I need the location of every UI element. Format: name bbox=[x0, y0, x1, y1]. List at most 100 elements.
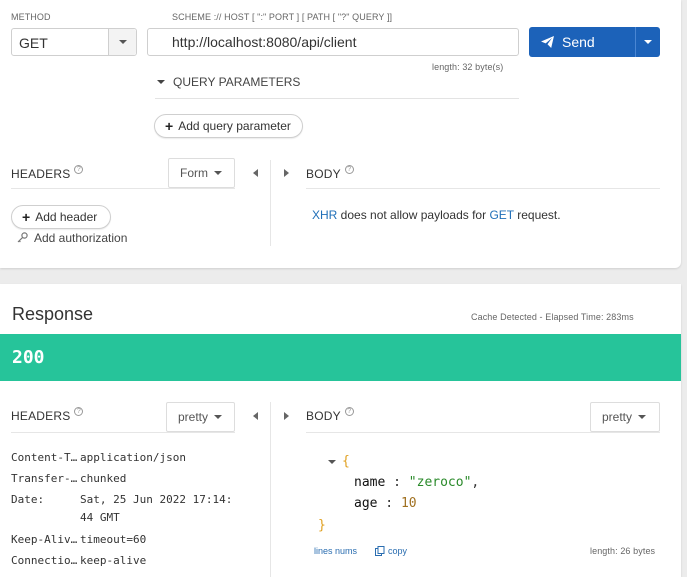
json-value: 10 bbox=[400, 496, 417, 511]
json-root-line: { bbox=[328, 454, 350, 469]
header-key: Transfer-… bbox=[11, 472, 78, 485]
headers-mode-value: Form bbox=[180, 166, 208, 180]
add-header-label: Add header bbox=[35, 210, 98, 224]
json-value: "zeroco" bbox=[408, 475, 472, 490]
copy-button[interactable]: copy bbox=[375, 546, 407, 556]
header-row: Connectio… keep-alive bbox=[11, 554, 260, 567]
add-query-parameter-button[interactable]: + Add query parameter bbox=[154, 114, 303, 138]
query-parameters-label: QUERY PARAMETERS bbox=[173, 75, 301, 89]
header-value: Sat, 25 Jun 2022 17:14: bbox=[80, 493, 233, 506]
json-separator: : bbox=[377, 496, 401, 511]
add-authorization-link[interactable]: Add authorization bbox=[17, 231, 127, 245]
xhr-text: XHR bbox=[312, 208, 338, 222]
header-key: Date: bbox=[11, 493, 45, 506]
response-body-mode-dropdown[interactable]: pretty bbox=[590, 402, 660, 432]
header-value: chunked bbox=[80, 472, 127, 485]
plus-icon: + bbox=[165, 118, 174, 134]
header-key: Keep-Aliv… bbox=[11, 533, 78, 546]
response-title: Response bbox=[12, 304, 94, 324]
get-text: GET bbox=[489, 208, 514, 222]
header-key-empty bbox=[11, 511, 80, 524]
divider bbox=[11, 432, 235, 433]
response-headers-title: HEADERS ? bbox=[11, 407, 84, 423]
request-panel: METHOD SCHEME :// HOST [ ":" PORT ] [ PA… bbox=[0, 0, 681, 268]
header-value: 44 GMT bbox=[80, 511, 120, 524]
header-row: Date: Sat, 25 Jun 2022 17:14: bbox=[11, 493, 260, 506]
send-button[interactable]: Send bbox=[529, 27, 635, 57]
header-key: Content-T… bbox=[11, 451, 78, 464]
headers-label: HEADERS bbox=[11, 409, 71, 423]
send-options-button[interactable] bbox=[635, 27, 660, 57]
chevron-down-icon bbox=[214, 171, 222, 175]
cache-info: Cache Detected - Elapsed Time: 283ms bbox=[471, 312, 634, 322]
expand-right-icon[interactable] bbox=[284, 412, 289, 420]
chevron-down-icon bbox=[118, 40, 127, 44]
json-key: age bbox=[354, 496, 378, 511]
paper-plane-icon bbox=[541, 36, 554, 48]
url-input[interactable] bbox=[147, 28, 519, 56]
json-field: name : "zeroco", bbox=[354, 475, 479, 490]
help-icon[interactable]: ? bbox=[74, 407, 84, 416]
expand-right-icon[interactable] bbox=[284, 169, 289, 177]
copy-label: copy bbox=[388, 546, 408, 556]
json-close-line: } bbox=[318, 518, 326, 533]
json-close-brace: } bbox=[318, 518, 326, 533]
request-headers-title: HEADERS ? bbox=[11, 165, 84, 181]
collapse-left-icon[interactable] bbox=[253, 169, 258, 177]
key-icon bbox=[17, 232, 28, 243]
json-comma: , bbox=[471, 475, 480, 490]
status-code: 200 bbox=[12, 347, 45, 368]
body-length: length: 26 bytes bbox=[590, 546, 656, 556]
headers-mode-value: pretty bbox=[178, 410, 209, 424]
add-query-parameter-label: Add query parameter bbox=[178, 119, 291, 133]
status-bar: 200 bbox=[0, 334, 681, 381]
send-button-group: Send bbox=[529, 27, 660, 57]
help-icon[interactable]: ? bbox=[344, 165, 354, 174]
request-body-title: BODY ? bbox=[306, 165, 354, 181]
header-value: timeout=60 bbox=[80, 533, 147, 546]
json-open-brace: { bbox=[342, 454, 350, 469]
copy-icon bbox=[375, 546, 385, 556]
add-header-button[interactable]: + Add header bbox=[11, 205, 111, 229]
message-end-text: request. bbox=[513, 208, 561, 222]
message-text: does not allow payloads for bbox=[337, 208, 490, 222]
add-authorization-label: Add authorization bbox=[34, 231, 128, 245]
header-key: Connectio… bbox=[11, 554, 78, 567]
body-label: BODY bbox=[306, 409, 341, 423]
query-parameters-toggle[interactable]: QUERY PARAMETERS bbox=[157, 75, 300, 89]
panel-splitter[interactable] bbox=[270, 402, 271, 577]
response-headers-mode-dropdown[interactable]: pretty bbox=[166, 402, 235, 432]
response-body-title: BODY ? bbox=[306, 407, 354, 423]
method-select[interactable]: GET bbox=[11, 28, 137, 56]
body-not-allowed-message: XHR does not allow payloads for GET requ… bbox=[312, 208, 561, 222]
lines-nums-toggle[interactable]: lines nums bbox=[314, 546, 357, 556]
json-field: age : 10 bbox=[354, 496, 417, 511]
method-label: METHOD bbox=[11, 12, 51, 22]
divider bbox=[155, 98, 519, 99]
send-label: Send bbox=[562, 34, 595, 50]
header-value: application/json bbox=[80, 451, 186, 464]
help-icon[interactable]: ? bbox=[74, 165, 84, 174]
divider bbox=[11, 188, 235, 189]
divider bbox=[306, 188, 660, 189]
plus-icon: + bbox=[22, 209, 31, 225]
response-panel: Response Cache Detected - Elapsed Time: … bbox=[0, 284, 681, 577]
json-key: name bbox=[354, 475, 386, 490]
collapse-caret-icon bbox=[157, 80, 165, 84]
header-row-continuation: 44 GMT bbox=[11, 511, 260, 524]
help-icon[interactable]: ? bbox=[344, 407, 354, 416]
collapse-json-icon[interactable] bbox=[328, 459, 336, 464]
header-row: Keep-Aliv… timeout=60 bbox=[11, 533, 260, 546]
header-row: Content-T… application/json bbox=[11, 451, 260, 464]
url-format-label: SCHEME :// HOST [ ":" PORT ] [ PATH [ "?… bbox=[172, 12, 393, 22]
panel-splitter[interactable] bbox=[270, 160, 271, 246]
request-headers-mode-dropdown[interactable]: Form bbox=[168, 158, 235, 188]
headers-label: HEADERS bbox=[11, 167, 71, 181]
url-length: length: 32 byte(s) bbox=[432, 62, 504, 72]
divider bbox=[306, 432, 660, 433]
header-value: keep-alive bbox=[80, 554, 147, 567]
method-dropdown-button[interactable] bbox=[108, 29, 136, 55]
method-value: GET bbox=[19, 35, 48, 51]
collapse-left-icon[interactable] bbox=[253, 412, 258, 420]
chevron-down-icon bbox=[644, 40, 652, 44]
